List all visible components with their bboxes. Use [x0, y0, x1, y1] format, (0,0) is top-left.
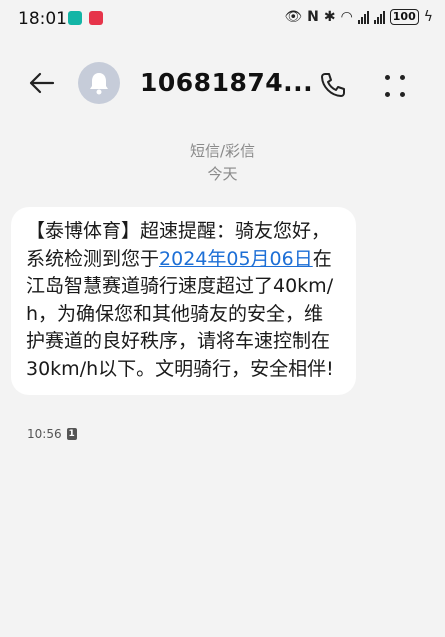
battery-indicator: 100 — [389, 9, 419, 25]
signal-icon — [357, 10, 369, 24]
back-button[interactable] — [26, 67, 58, 99]
call-button[interactable] — [318, 70, 350, 102]
app-notification-icon — [89, 11, 103, 25]
bluetooth-icon: ✱ — [323, 9, 336, 25]
status-icons: 👁 N ✱ ◠ 100 ϟ — [284, 9, 433, 25]
sim-card-icon: 1 — [66, 428, 77, 440]
channel-label: 短信/彩信 — [189, 142, 256, 160]
conversation-header: 10681874... — [0, 50, 445, 120]
contact-title[interactable]: 10681874... — [140, 68, 313, 97]
status-time: 18:01 — [18, 9, 67, 29]
bell-icon — [90, 73, 108, 95]
message-bubble[interactable]: 【泰博体育】超速提醒：骑友您好，系统检测到您于2024年05月06日在江岛智慧赛… — [11, 207, 356, 395]
date-link[interactable]: 2024年05月06日 — [159, 248, 313, 270]
avatar[interactable] — [78, 62, 120, 104]
nfc-icon: N — [307, 9, 319, 25]
wifi-icon: ◠ — [340, 9, 353, 25]
more-options-button[interactable] — [380, 68, 410, 104]
signal-icon — [373, 10, 385, 24]
date-label: 今天 — [207, 165, 238, 183]
app-notification-icon — [68, 11, 82, 25]
message-time: 10:56 — [27, 427, 62, 441]
charging-icon: ϟ — [423, 9, 433, 25]
status-bar: 18:01 👁 N ✱ ◠ 100 ϟ — [0, 0, 445, 40]
eye-icon: 👁 — [284, 9, 303, 25]
thread-meta: 短信/彩信 今天 — [0, 140, 445, 186]
phone-icon — [321, 73, 345, 97]
arrow-left-icon — [29, 72, 55, 94]
message-meta: 10:56 1 — [27, 427, 77, 441]
